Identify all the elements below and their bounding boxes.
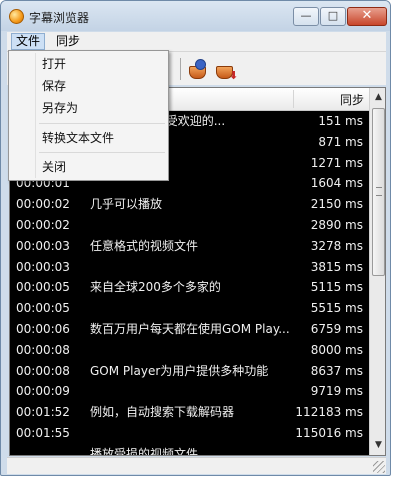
menu-item-convert-text[interactable]: 转换文本文件 bbox=[11, 127, 166, 149]
row-text: 播放受损的视频文件 bbox=[90, 446, 199, 456]
menu-item-open[interactable]: 打开 bbox=[11, 53, 166, 75]
row-sync: 115016 ms bbox=[295, 426, 363, 440]
row-sync: 151 ms bbox=[318, 114, 363, 128]
row-sync: 8000 ms bbox=[310, 342, 363, 357]
row-time: 00:01:52 bbox=[16, 405, 70, 420]
download-arrow-icon: ⬇ bbox=[229, 69, 239, 82]
vertical-scrollbar[interactable]: ▲ ▼ bbox=[369, 88, 385, 455]
menu-item-label: 转换文本文件 bbox=[42, 131, 115, 145]
minimize-icon: — bbox=[300, 9, 312, 22]
subtitle-row[interactable]: 00:00:03 任意格式的视频文件 3278 ms bbox=[10, 236, 369, 257]
maximize-icon: □ bbox=[327, 9, 339, 22]
row-text: 任意格式的视频文件 bbox=[90, 238, 199, 253]
row-time: 00:00:05 bbox=[16, 301, 70, 316]
row-time: 00:00:08 bbox=[16, 363, 70, 378]
file-menu-dropdown: 打开 保存 另存为 转换文本文件 关闭 bbox=[8, 50, 169, 181]
subtitle-row[interactable]: 00:01:52 例如，自动搜索下载解码器 112183 ms bbox=[10, 402, 369, 423]
close-button[interactable]: ✕ bbox=[347, 7, 387, 26]
row-time: 00:00:02 bbox=[16, 218, 70, 232]
subtitle-row[interactable]: 00:00:09 9719 ms bbox=[10, 381, 369, 402]
row-time: 00:00:02 bbox=[16, 197, 70, 212]
menu-item-save-as[interactable]: 另存为 bbox=[11, 97, 166, 119]
subtitle-pot-icon bbox=[195, 59, 206, 70]
subtitle-row[interactable]: 00:00:08 8000 ms bbox=[10, 340, 369, 361]
subtitle-row[interactable]: 00:00:08 GOM Player为用户提供多种功能 8637 ms bbox=[10, 361, 369, 382]
scroll-up-arrow-icon[interactable]: ▲ bbox=[370, 89, 385, 106]
row-time: 00:00:03 bbox=[16, 238, 70, 253]
row-time: 00:00:09 bbox=[16, 384, 70, 399]
subtitle-row[interactable]: 00:00:03 3815 ms bbox=[10, 257, 369, 278]
menu-sync[interactable]: 同步 bbox=[52, 33, 84, 50]
row-sync: 3815 ms bbox=[310, 259, 363, 274]
row-time: 00:00:05 bbox=[16, 280, 70, 295]
minimize-button[interactable]: — bbox=[293, 7, 319, 26]
menu-item-close[interactable]: 关闭 bbox=[11, 156, 166, 178]
subtitle-row[interactable]: 00:00:05 来自全球200多个多家的 5115 ms bbox=[10, 277, 369, 298]
row-text: 几乎可以播放 bbox=[90, 197, 163, 212]
menu-bar: 文件 同步 bbox=[7, 32, 386, 52]
subtitle-row[interactable]: 00:01:55 115016 ms bbox=[10, 423, 369, 444]
row-sync: 2890 ms bbox=[310, 218, 363, 232]
row-time: 00:00:08 bbox=[16, 342, 70, 357]
subtitle-download-button[interactable]: ⬇ bbox=[214, 57, 239, 82]
scroll-thumb[interactable] bbox=[372, 108, 385, 276]
row-sync: 2150 ms bbox=[310, 197, 363, 212]
subtitle-row[interactable]: 00:00:06 数百万用户每天都在使用GOM Play... 6759 ms bbox=[10, 319, 369, 340]
title-bar[interactable]: 字幕浏览器 — □ ✕ bbox=[1, 1, 390, 31]
subtitle-pot-button[interactable] bbox=[187, 57, 211, 81]
row-sync: 1271 ms bbox=[310, 155, 363, 170]
subtitle-row[interactable]: 00:00:02 几乎可以播放 2150 ms bbox=[10, 194, 369, 215]
row-text: 来自全球200多个多家的 bbox=[90, 280, 221, 295]
menu-item-label: 打开 bbox=[42, 57, 67, 71]
row-text: GOM Player为用户提供多种功能 bbox=[90, 363, 269, 378]
row-sync: 9719 ms bbox=[310, 384, 363, 399]
menu-item-label: 另存为 bbox=[42, 101, 79, 115]
scroll-down-arrow-icon[interactable]: ▼ bbox=[370, 437, 385, 454]
row-sync: 8637 ms bbox=[310, 363, 363, 378]
menu-item-save[interactable]: 保存 bbox=[11, 75, 166, 97]
row-sync: 3278 ms bbox=[310, 238, 363, 253]
menu-item-label: 保存 bbox=[42, 79, 67, 93]
row-sync: 5515 ms bbox=[310, 301, 363, 316]
row-text: 例如，自动搜索下载解码器 bbox=[90, 405, 235, 420]
grip-icon bbox=[376, 187, 382, 196]
menu-item-label: 关闭 bbox=[42, 160, 67, 174]
menu-file[interactable]: 文件 bbox=[11, 33, 46, 50]
row-sync: 871 ms bbox=[318, 134, 363, 149]
subtitle-row[interactable]: 00:00:02 2890 ms bbox=[10, 215, 369, 236]
menu-separator bbox=[39, 152, 165, 153]
header-divider bbox=[293, 90, 294, 108]
row-time: 00:01:55 bbox=[16, 426, 70, 440]
menu-separator bbox=[39, 123, 165, 124]
row-sync: 5115 ms bbox=[310, 280, 363, 295]
row-sync: 6759 ms bbox=[310, 322, 363, 336]
close-icon: ✕ bbox=[361, 8, 373, 23]
row-sync: 112183 ms bbox=[295, 405, 363, 420]
maximize-button[interactable]: □ bbox=[320, 7, 346, 26]
row-text: 数百万用户每天都在使用GOM Play... bbox=[90, 322, 290, 336]
subtitle-row[interactable]: 00:00:05 5515 ms bbox=[10, 298, 369, 319]
row-sync: 1604 ms bbox=[310, 176, 363, 191]
app-icon bbox=[9, 9, 24, 24]
row-time: 00:00:03 bbox=[16, 259, 70, 274]
header-sync[interactable]: 同步 bbox=[340, 91, 364, 108]
toolbar-separator bbox=[180, 58, 181, 80]
size-grip-icon[interactable] bbox=[373, 461, 385, 473]
status-bar bbox=[7, 457, 386, 474]
row-time: 00:00:06 bbox=[16, 322, 70, 336]
window-title: 字幕浏览器 bbox=[29, 11, 90, 25]
subtitle-row[interactable]: 播放受损的视频文件 bbox=[10, 444, 369, 456]
